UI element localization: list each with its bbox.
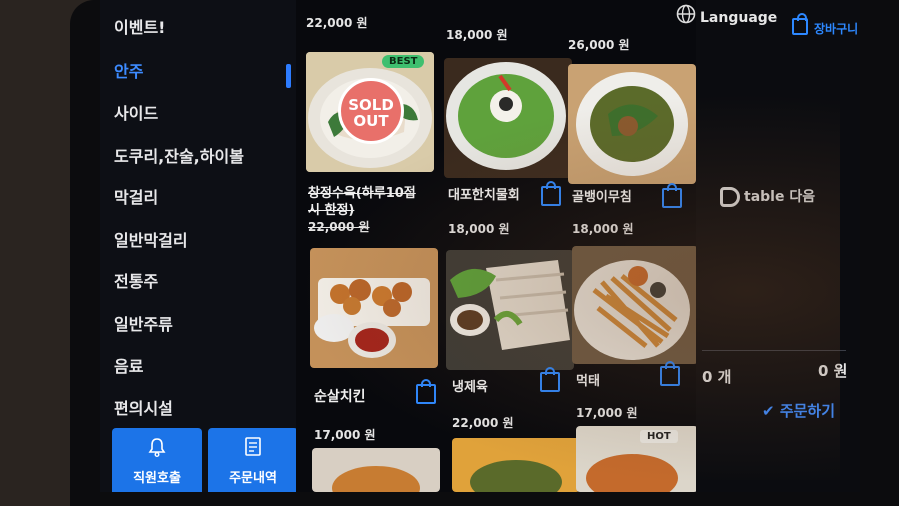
order-summary-panel: Language 장바구니 table 다음 0 개 0 원 ✔ 주문하기 (676, 0, 860, 492)
menu-item-price: 22,000 원 (452, 416, 514, 430)
category-item-traditional[interactable]: 전통주 (114, 268, 158, 292)
sold-out-stamp: SOLD OUT (338, 78, 404, 144)
category-item-dokkuri[interactable]: 도쿠리,잔술,하이볼 (114, 143, 244, 167)
best-badge: BEST (382, 55, 425, 68)
category-item-side[interactable]: 사이드 (114, 100, 158, 124)
menu-item-name[interactable]: 순살치킨 (314, 386, 366, 406)
menu-item-name[interactable]: 대포한치물회 (448, 184, 520, 203)
menu-item-price: 22,000 원 (308, 220, 370, 234)
cart-label[interactable]: 장바구니 (814, 20, 858, 37)
bell-icon (112, 436, 202, 463)
menu-item-price: 17,000 원 (576, 406, 638, 420)
menu-item-image[interactable] (568, 64, 696, 184)
check-icon: ✔ (762, 402, 775, 420)
category-sidebar: 이벤트! 안주 사이드 도쿠리,잔술,하이볼 막걸리 일반막걸리 전통주 일반주… (100, 0, 298, 492)
staff-call-button[interactable]: 직원호출 (112, 428, 202, 492)
category-item-drinks[interactable]: 음료 (114, 353, 143, 377)
menu-item-name-line2[interactable]: 시 한정) (308, 199, 354, 218)
category-item-general-liquor[interactable]: 일반주류 (114, 311, 173, 335)
language-button[interactable]: Language (700, 10, 777, 26)
menu-item-image[interactable] (444, 58, 572, 178)
menu-item-image[interactable] (572, 246, 698, 364)
menu-item-image[interactable]: SOLD OUT (306, 52, 434, 172)
logo-mark-icon (720, 187, 740, 207)
shopping-bag-icon[interactable] (660, 361, 680, 386)
shopping-bag-icon[interactable] (540, 367, 560, 392)
kiosk-screen: 이벤트! 안주 사이드 도쿠리,잔술,하이볼 막걸리 일반막걸리 전통주 일반주… (100, 0, 860, 492)
hot-badge: HOT (640, 430, 678, 443)
item-price: 18,000 원 (446, 28, 508, 42)
item-count: 0 개 (702, 368, 732, 386)
category-item-anju[interactable]: 안주 (114, 58, 143, 82)
menu-grid: 22,000 원 18,000 원 26,000 원 SOLD OUT BEST… (296, 0, 698, 492)
menu-item-name[interactable]: 골뱅이무침 (572, 186, 632, 205)
menu-item-price: 18,000 원 (572, 222, 634, 236)
shopping-bag-icon[interactable] (541, 181, 561, 206)
menu-item-price: 18,000 원 (448, 222, 510, 236)
summary-divider (702, 350, 846, 351)
category-item-event[interactable]: 이벤트! (114, 14, 165, 38)
menu-item-price: 17,000 원 (314, 428, 376, 442)
order-button-label: 주문하기 (779, 402, 836, 420)
menu-item-image[interactable] (312, 448, 440, 492)
menu-item-image[interactable] (452, 438, 580, 492)
menu-item-image[interactable] (310, 248, 438, 368)
staff-call-label: 직원호출 (133, 471, 181, 486)
shopping-bag-icon[interactable] (416, 379, 436, 404)
shopping-bag-icon[interactable] (662, 183, 682, 208)
sold-out-line: OUT (353, 112, 389, 130)
category-item-facilities[interactable]: 편의시설 (114, 395, 173, 419)
globe-icon[interactable] (676, 4, 696, 28)
shopping-bag-icon[interactable] (792, 13, 808, 35)
order-history-button[interactable]: 주문내역 (208, 428, 298, 492)
order-history-label: 주문내역 (229, 471, 277, 486)
brand-logo: table 다음 (720, 186, 815, 207)
menu-item-name[interactable]: 냉제육 (452, 376, 488, 395)
menu-item-name[interactable]: 먹태 (576, 370, 600, 389)
brand-text: table 다음 (744, 189, 816, 205)
menu-item-image[interactable] (446, 250, 574, 370)
item-price: 22,000 원 (306, 16, 368, 30)
receipt-icon (208, 436, 298, 463)
category-item-makgeolli[interactable]: 막걸리 (114, 184, 158, 208)
active-category-indicator (286, 64, 291, 88)
item-price: 26,000 원 (568, 38, 630, 52)
order-total: 0 원 (818, 362, 848, 380)
menu-item-image[interactable] (576, 426, 698, 492)
order-button[interactable]: ✔ 주문하기 (762, 400, 835, 421)
category-item-general-makgeolli[interactable]: 일반막걸리 (114, 227, 188, 251)
